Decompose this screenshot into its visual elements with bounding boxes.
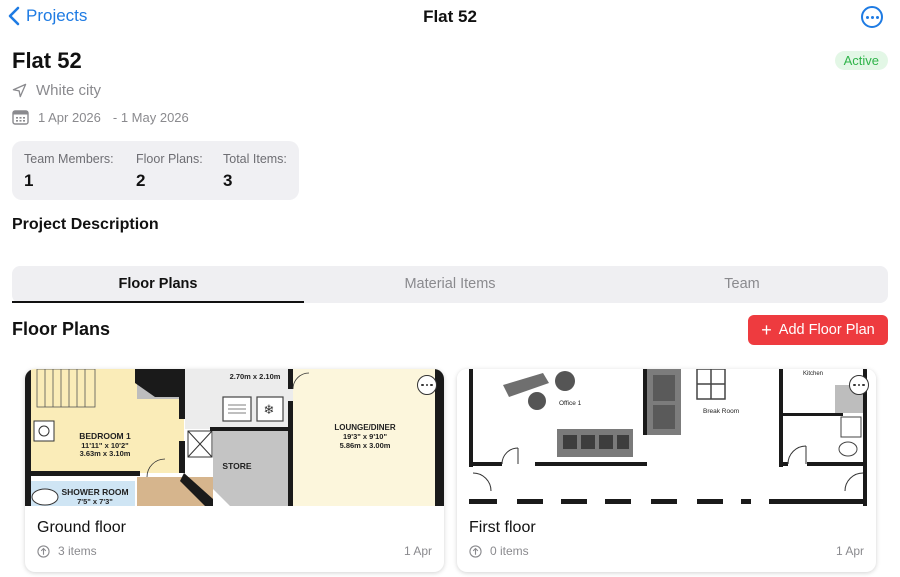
floor-plan-date: 1 Apr	[403, 544, 432, 558]
start-date: 1 Apr 2026	[38, 109, 101, 125]
plan-label-kitchen: Kitchen	[803, 371, 823, 377]
segmented-tabs: Floor Plans Material Items Team	[12, 266, 888, 303]
tab-team[interactable]: Team	[596, 266, 888, 303]
plan-label-lounge-imperial: 19'3" x 9'10"	[343, 432, 387, 441]
svg-text:❄: ❄	[264, 403, 275, 418]
floor-plans-heading: Floor Plans	[12, 319, 111, 339]
more-options-icon[interactable]	[861, 6, 883, 28]
nav-title: Flat 52	[423, 7, 477, 26]
floor-plan-items: 0 items	[469, 544, 529, 558]
plan-label-store: STORE	[222, 461, 251, 471]
stat-team-members: Team Members: 1	[24, 152, 114, 191]
plan-label-shower-imperial: 7'5" x 7'3"	[77, 497, 113, 506]
stat-label: Total Items:	[223, 152, 287, 166]
project-location: White city	[12, 82, 101, 99]
add-floor-plan-label: Add Floor Plan	[778, 322, 875, 338]
tab-floor-plans[interactable]: Floor Plans	[12, 266, 304, 303]
plan-label-break-room: Break Room	[703, 408, 739, 415]
card-more-icon[interactable]	[849, 375, 869, 395]
location-arrow-icon	[12, 83, 27, 98]
plan-label-shower: SHOWER ROOM	[61, 487, 128, 497]
tab-material-items[interactable]: Material Items	[304, 266, 596, 303]
project-description-heading: Project Description	[12, 216, 159, 233]
plan-label-office: Office 1	[559, 400, 582, 407]
floor-plan-name: Ground floor	[37, 519, 126, 536]
floor-plan-card-ground[interactable]: ❄ BEDROOM 1 11'11" x 10'2" 3.63m x 3.10m…	[25, 369, 444, 572]
stat-label: Floor Plans:	[136, 152, 203, 166]
upload-circle-icon	[37, 544, 50, 558]
status-badge: Active	[834, 51, 888, 70]
project-title: Flat 52	[12, 48, 82, 73]
add-floor-plan-button[interactable]: + Add Floor Plan	[748, 315, 888, 345]
plan-label-lounge-metric: 5.86m x 3.00m	[340, 441, 391, 450]
project-dates: 1 Apr 2026 - 1 May 2026	[12, 109, 189, 125]
items-count: 0 items	[490, 544, 529, 558]
stat-value: 3	[223, 171, 233, 190]
floor-plan-thumbnail: ❄ BEDROOM 1 11'11" x 10'2" 3.63m x 3.10m…	[25, 369, 444, 506]
stat-value: 2	[136, 171, 146, 190]
plan-label-bedroom: BEDROOM 1	[79, 431, 131, 441]
calendar-icon	[12, 110, 29, 125]
floor-plan-card-first[interactable]: Office 1 Break Room Kitchen First floor …	[457, 369, 876, 572]
floor-plan-name: First floor	[469, 519, 536, 536]
plan-label-bedroom-metric: 3.63m x 3.10m	[80, 449, 131, 458]
items-count: 3 items	[58, 544, 97, 558]
stat-total-items: Total Items: 3	[223, 152, 287, 191]
floor-plan-thumbnail: Office 1 Break Room Kitchen	[457, 369, 876, 506]
navigation-bar: Projects Flat 52	[0, 0, 900, 36]
end-date: - 1 May 2026	[112, 109, 189, 125]
stat-label: Team Members:	[24, 152, 114, 166]
plus-icon: +	[761, 320, 772, 340]
stat-value: 1	[24, 171, 34, 190]
plan-label-kitchen-metric: 2.70m x 2.10m	[230, 372, 281, 381]
location-text: White city	[36, 82, 102, 99]
stat-floor-plans: Floor Plans: 2	[136, 152, 203, 191]
floor-plan-date: 1 Apr	[835, 544, 864, 558]
card-more-icon[interactable]	[417, 375, 437, 395]
plan-label-lounge: LOUNGE/DINER	[334, 423, 396, 432]
floor-plan-items: 3 items	[37, 544, 97, 558]
project-stats: Team Members: 1 Floor Plans: 2 Total Ite…	[12, 141, 299, 200]
upload-circle-icon	[469, 544, 482, 558]
